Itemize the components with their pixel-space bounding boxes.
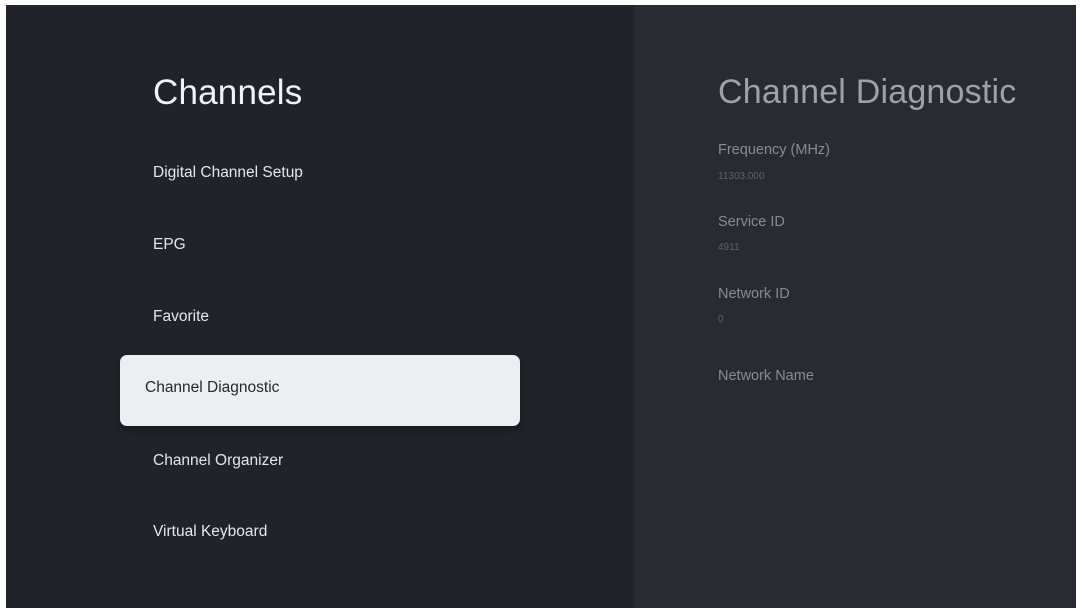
menu-title: Channels bbox=[153, 73, 303, 112]
menu-item-epg[interactable]: EPG bbox=[153, 230, 186, 260]
channels-menu-pane: Channels Digital Channel Setup EPG Favor… bbox=[6, 5, 634, 608]
frequency-label: Frequency (MHz) bbox=[718, 142, 830, 158]
menu-item-virtual-keyboard[interactable]: Virtual Keyboard bbox=[153, 517, 267, 547]
menu-item-channel-organizer[interactable]: Channel Organizer bbox=[153, 446, 283, 476]
detail-pane: Channel Diagnostic Frequency (MHz) 11303… bbox=[634, 5, 1076, 608]
menu-item-favorite[interactable]: Favorite bbox=[153, 302, 209, 332]
network-id-value: 0 bbox=[718, 314, 724, 325]
network-name-label: Network Name bbox=[718, 368, 814, 384]
menu-item-digital-channel-setup[interactable]: Digital Channel Setup bbox=[153, 158, 303, 188]
service-id-label: Service ID bbox=[718, 214, 785, 230]
service-id-value: 4911 bbox=[718, 242, 740, 253]
detail-title: Channel Diagnostic bbox=[718, 73, 1017, 111]
frequency-value: 11303.000 bbox=[718, 171, 765, 182]
menu-item-channel-diagnostic[interactable]: Channel Diagnostic bbox=[120, 355, 520, 426]
network-id-label: Network ID bbox=[718, 286, 790, 302]
tv-screen: Channels Digital Channel Setup EPG Favor… bbox=[6, 5, 1076, 608]
